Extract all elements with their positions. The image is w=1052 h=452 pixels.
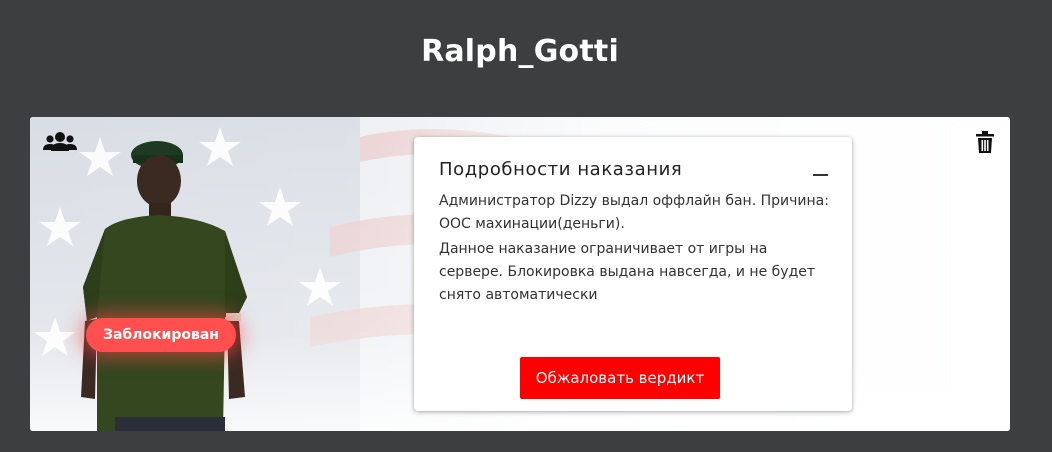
details-title: Подробности наказания xyxy=(439,159,683,180)
character-skin-image xyxy=(81,141,247,431)
appeal-verdict-button[interactable]: Обжаловать вердикт xyxy=(520,357,720,399)
page-title: Ralph_Gotti xyxy=(421,34,619,69)
collapse-icon[interactable] xyxy=(812,163,830,183)
details-reason-text: Администратор Dizzy выдал оффлайн бан. П… xyxy=(439,193,829,232)
details-effect-text: Данное наказание ограничивает от игры на… xyxy=(439,241,816,303)
group-icon[interactable] xyxy=(42,129,78,155)
player-card: Заблокирован Подробности наказания Админ… xyxy=(30,117,1010,431)
trash-icon[interactable] xyxy=(974,129,996,155)
punishment-details-panel: Подробности наказания Администратор Dizz… xyxy=(414,137,852,411)
status-badge: Заблокирован xyxy=(86,318,236,352)
